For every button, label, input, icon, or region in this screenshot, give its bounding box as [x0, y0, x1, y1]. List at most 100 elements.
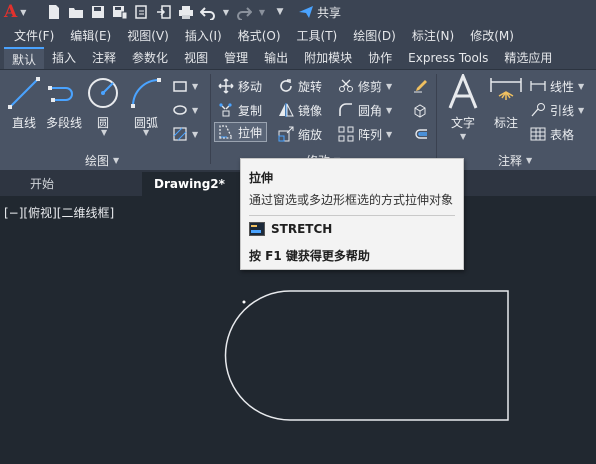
- menu-edit[interactable]: 编辑(E): [62, 27, 119, 44]
- tab-output[interactable]: 输出: [256, 47, 296, 69]
- menu-insert[interactable]: 插入(I): [177, 27, 230, 44]
- open-folder-icon[interactable]: [68, 4, 84, 20]
- trim-icon: [339, 79, 353, 92]
- array-label: 阵列: [358, 127, 383, 142]
- arc-dropdown-icon[interactable]: ▼: [143, 128, 149, 137]
- tooltip-description: 通过窗选或多边形框选的方式拉伸对象: [249, 193, 454, 207]
- offset-button[interactable]: [412, 124, 428, 144]
- dimension-label: 标注: [493, 116, 518, 130]
- undo-icon[interactable]: [200, 4, 216, 20]
- rotate-button[interactable]: 旋转: [278, 76, 322, 96]
- line-button[interactable]: 直线: [6, 76, 42, 131]
- ellipse-icon: [173, 105, 187, 115]
- draw-panel-title[interactable]: 绘图 ▼: [85, 152, 119, 168]
- rotate-icon: [280, 79, 292, 92]
- redo-dropdown-icon[interactable]: ▼: [258, 4, 266, 20]
- explode-button[interactable]: [412, 100, 428, 120]
- erase-button[interactable]: [412, 76, 428, 96]
- text-button[interactable]: 文字: [444, 74, 482, 131]
- menu-dimension[interactable]: 标注(N): [404, 27, 462, 44]
- share-label: 共享: [317, 5, 342, 20]
- tooltip-title: 拉伸: [249, 171, 274, 185]
- import-icon[interactable]: [156, 4, 172, 20]
- leader-icon: [531, 103, 545, 117]
- stretch-label: 拉伸: [238, 125, 263, 140]
- menu-draw[interactable]: 绘图(D): [345, 27, 404, 44]
- dimension-icon: [490, 78, 522, 100]
- hatch-button[interactable]: ▼: [172, 124, 198, 144]
- crosshair-cursor: [242, 300, 246, 304]
- ribbon-panel-area: 直线 多段线 圆 ▼ 圆弧 ▼ ▼ ▼ ▼ 绘图 ▼ 移动 旋转 修剪 ▼ 复制…: [0, 70, 596, 170]
- array-icon: [338, 126, 354, 142]
- tab-manage[interactable]: 管理: [216, 47, 256, 69]
- chevron-down-icon: ▼: [526, 155, 533, 165]
- linear-label: 线性: [550, 79, 575, 94]
- customize-dropdown-icon[interactable]: ▼: [272, 4, 288, 20]
- save-as-icon[interactable]: [112, 4, 128, 20]
- erase-icon: [414, 80, 427, 93]
- menu-modify[interactable]: 修改(M): [462, 27, 522, 44]
- tab-insert[interactable]: 插入: [44, 47, 84, 69]
- menu-bar: 文件(F) 编辑(E) 视图(V) 插入(I) 格式(O) 工具(T) 绘图(D…: [0, 24, 596, 46]
- tooltip-help: 按 F1 键获得更多帮助: [249, 249, 370, 263]
- linear-dimension-button[interactable]: 线性 ▼: [530, 76, 584, 96]
- fillet-button[interactable]: 圆角 ▼: [338, 100, 392, 120]
- annotation-panel-title[interactable]: 注释 ▼: [498, 152, 532, 168]
- rectangle-button[interactable]: ▼: [172, 76, 198, 96]
- ribbon-tabs: 默认 插入 注释 参数化 视图 管理 输出 附加模块 协作 Express To…: [0, 46, 596, 70]
- copy-button[interactable]: 复制: [218, 100, 262, 120]
- command-line-icon: [249, 222, 265, 236]
- copy-label: 复制: [238, 103, 263, 118]
- tab-express-tools[interactable]: Express Tools: [400, 47, 496, 69]
- copy-icon: [219, 103, 232, 117]
- panel-divider: [210, 74, 211, 164]
- tab-home[interactable]: 默认: [4, 47, 45, 69]
- share-button[interactable]: 共享: [298, 4, 341, 21]
- open-web-icon[interactable]: [134, 4, 150, 20]
- move-button[interactable]: 移动: [218, 76, 262, 96]
- tab-collaborate[interactable]: 协作: [360, 47, 400, 69]
- menu-format[interactable]: 格式(O): [230, 27, 289, 44]
- mirror-button[interactable]: 镜像: [278, 100, 322, 120]
- move-label: 移动: [238, 79, 263, 94]
- redo-icon[interactable]: [236, 4, 252, 20]
- menu-file[interactable]: 文件(F): [0, 27, 62, 44]
- application-menu-button[interactable]: A ▼: [0, 2, 34, 22]
- menu-view[interactable]: 视图(V): [119, 27, 177, 44]
- tab-annotate[interactable]: 注释: [84, 47, 124, 69]
- plot-icon[interactable]: [178, 4, 194, 20]
- text-dropdown-icon[interactable]: ▼: [460, 132, 466, 141]
- trim-label: 修剪: [358, 79, 383, 94]
- tab-start[interactable]: 开始: [30, 172, 90, 196]
- table-button[interactable]: 表格: [530, 124, 574, 144]
- tab-addins[interactable]: 附加模块: [296, 47, 360, 69]
- new-file-icon[interactable]: [46, 4, 62, 20]
- tab-drawing2[interactable]: Drawing2*: [142, 172, 248, 196]
- stretched-shape[interactable]: [224, 290, 509, 421]
- ellipse-button[interactable]: ▼: [172, 100, 198, 120]
- tab-featured-apps[interactable]: 精选应用: [496, 47, 560, 69]
- circle-dropdown-icon[interactable]: ▼: [101, 128, 107, 137]
- annotation-panel-label: 注释: [498, 153, 523, 168]
- array-button[interactable]: 阵列 ▼: [338, 124, 392, 144]
- polyline-button[interactable]: 多段线: [44, 76, 84, 131]
- app-logo: A: [4, 2, 18, 22]
- circle-button[interactable]: 圆: [86, 76, 120, 131]
- text-icon: [448, 74, 478, 109]
- mirror-icon: [279, 103, 294, 117]
- undo-dropdown-icon[interactable]: ▼: [222, 4, 230, 20]
- tab-drawing2-label: Drawing2*: [154, 177, 225, 191]
- save-icon[interactable]: [90, 4, 106, 20]
- line-icon: [8, 77, 40, 109]
- trim-button[interactable]: 修剪 ▼: [338, 76, 392, 96]
- stretch-button[interactable]: 拉伸: [214, 122, 268, 142]
- menu-tools[interactable]: 工具(T): [289, 27, 346, 44]
- dimension-button[interactable]: 标注: [488, 74, 524, 131]
- arc-button[interactable]: 圆弧: [128, 76, 164, 131]
- stretch-icon: [219, 125, 234, 139]
- table-icon: [530, 127, 546, 141]
- tab-parametric[interactable]: 参数化: [124, 47, 176, 69]
- leader-button[interactable]: 引线 ▼: [530, 100, 584, 120]
- tab-view[interactable]: 视图: [176, 47, 216, 69]
- scale-button[interactable]: 缩放: [278, 124, 322, 144]
